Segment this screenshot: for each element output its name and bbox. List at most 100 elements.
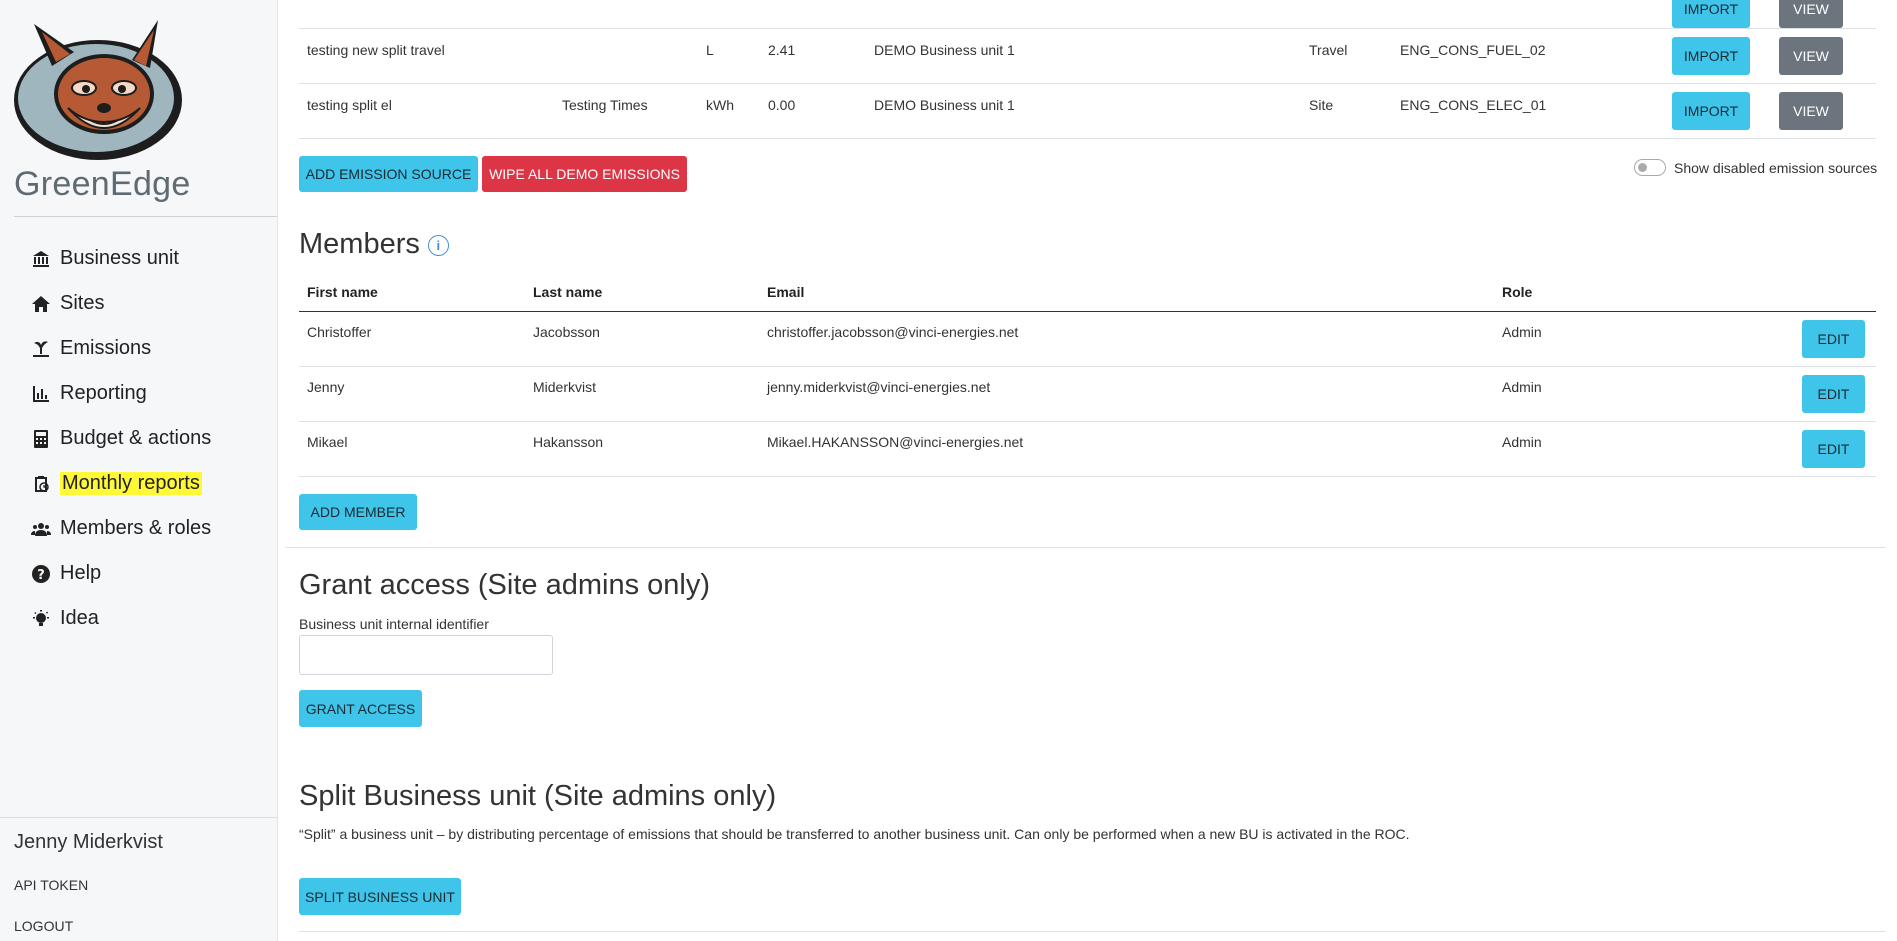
source-unit: kWh (706, 97, 734, 113)
sidebar-item-idea[interactable]: Idea (30, 596, 211, 641)
sidebar-item-members-roles[interactable]: Members & roles (30, 506, 211, 551)
sidebar: GreenEdge Business unit Sites Emissions … (0, 0, 278, 941)
brand-divider (14, 216, 277, 217)
sidebar-item-label: Sites (60, 292, 105, 314)
member-last-name: Jacobsson (533, 324, 600, 340)
member-email: christoffer.jacobsson@vinci-energies.net (767, 324, 1019, 340)
grant-access-button[interactable]: GRANT ACCESS (299, 690, 422, 727)
source-value: 0.00 (768, 97, 796, 113)
view-button[interactable]: VIEW (1779, 37, 1843, 75)
members-title: Members (299, 228, 420, 260)
header-email: Email (767, 284, 805, 300)
member-first-name: Jenny (307, 379, 345, 395)
toggle-label: Show disabled emission sources (1674, 159, 1878, 176)
sidebar-item-emissions[interactable]: Emissions (30, 326, 211, 371)
main-content: IMPORT VIEW testing new split travel L 2… (285, 0, 1897, 941)
edit-member-button[interactable]: EDIT (1802, 430, 1865, 468)
members-heading: Members i (299, 228, 449, 261)
emissions-icon (30, 338, 52, 360)
bu-identifier-label: Business unit internal identifier (299, 616, 489, 632)
sidebar-item-label: Help (60, 562, 102, 584)
member-role: Admin (1502, 379, 1542, 395)
wipe-demo-emissions-button[interactable]: WIPE ALL DEMO EMISSIONS (482, 156, 687, 192)
fox-logo (14, 20, 182, 160)
member-first-name: Mikael (307, 434, 348, 450)
sidebar-item-label: Emissions (60, 337, 152, 359)
sidebar-item-business-unit[interactable]: Business unit (30, 236, 211, 281)
view-button[interactable]: VIEW (1779, 92, 1843, 130)
member-email: jenny.miderkvist@vinci-energies.net (767, 379, 991, 395)
table-row: testing split el Testing Times kWh 0.00 … (299, 83, 1876, 139)
show-disabled-toggle[interactable]: Show disabled emission sources (1634, 159, 1877, 176)
bar-chart-icon (30, 383, 52, 405)
add-member-button[interactable]: ADD MEMBER (299, 494, 417, 530)
source-name: testing new split travel (307, 42, 445, 58)
sidebar-nav: Business unit Sites Emissions Reporting … (30, 236, 211, 641)
sidebar-item-reporting[interactable]: Reporting (30, 371, 211, 416)
home-icon (30, 293, 52, 315)
bank-icon (30, 248, 52, 270)
sidebar-item-monthly-reports[interactable]: Monthly reports (30, 461, 211, 506)
sidebar-item-sites[interactable]: Sites (30, 281, 211, 326)
source-category: Travel (1309, 42, 1348, 58)
source-business-unit: DEMO Business unit 1 (874, 42, 1015, 58)
users-icon (30, 518, 52, 540)
import-button[interactable]: IMPORT (1672, 0, 1750, 28)
source-name: testing split el (307, 97, 392, 113)
view-button[interactable]: VIEW (1779, 0, 1843, 28)
edit-member-button[interactable]: EDIT (1802, 320, 1865, 358)
grant-access-heading: Grant access (Site admins only) (299, 569, 710, 601)
sidebar-divider (0, 817, 277, 818)
table-row: testing new split travel L 2.41 DEMO Bus… (299, 28, 1876, 84)
sidebar-item-label: Reporting (60, 382, 147, 404)
table-row: Christoffer Jacobsson christoffer.jacobs… (299, 312, 1876, 367)
table-row: Jenny Miderkvist jenny.miderkvist@vinci-… (299, 366, 1876, 422)
source-description: Testing Times (562, 97, 648, 113)
header-first-name: First name (307, 284, 378, 300)
import-button[interactable]: IMPORT (1672, 92, 1750, 130)
sidebar-item-budget[interactable]: Budget & actions (30, 416, 211, 461)
sidebar-item-label: Monthly reports (60, 472, 202, 495)
user-name: Jenny Miderkvist (14, 831, 163, 853)
question-circle-icon: ? (30, 563, 52, 585)
sidebar-item-help[interactable]: ? Help (30, 551, 211, 596)
member-email: Mikael.HAKANSSON@vinci-energies.net (767, 434, 1024, 450)
member-role: Admin (1502, 324, 1542, 340)
member-first-name: Christoffer (307, 324, 372, 340)
logout-link[interactable]: LOGOUT (14, 918, 73, 934)
split-bu-button[interactable]: SPLIT BUSINESS UNIT (299, 878, 461, 915)
member-last-name: Hakansson (533, 434, 604, 450)
sidebar-item-label: Idea (60, 607, 99, 629)
split-bu-heading: Split Business unit (Site admins only) (299, 780, 777, 812)
svg-text:?: ? (37, 568, 45, 583)
table-row: Mikael Hakansson Mikael.HAKANSSON@vinci-… (299, 421, 1876, 477)
source-code: ENG_CONS_FUEL_02 (1400, 42, 1546, 58)
source-business-unit: DEMO Business unit 1 (874, 97, 1015, 113)
sidebar-item-label: Business unit (60, 247, 179, 269)
table-row: IMPORT VIEW (299, 0, 1876, 29)
source-code: ENG_CONS_ELEC_01 (1400, 97, 1547, 113)
header-last-name: Last name (533, 284, 603, 300)
section-divider (285, 547, 1886, 548)
add-emission-source-button[interactable]: ADD EMISSION SOURCE (299, 156, 478, 192)
toggle-switch[interactable] (1634, 159, 1666, 176)
calculator-icon (30, 428, 52, 450)
source-unit: L (706, 42, 714, 58)
import-button[interactable]: IMPORT (1672, 37, 1750, 75)
split-bu-description: “Split” a business unit – by distributin… (299, 826, 1410, 842)
bu-identifier-input[interactable] (299, 635, 553, 675)
member-role: Admin (1502, 434, 1542, 450)
info-icon[interactable]: i (427, 234, 449, 256)
brand-name: GreenEdge (14, 165, 191, 203)
header-role: Role (1502, 284, 1533, 300)
clipboard-clock-icon (30, 473, 52, 495)
lightbulb-icon (30, 608, 52, 630)
api-token-link[interactable]: API TOKEN (14, 877, 88, 893)
source-value: 2.41 (768, 42, 796, 58)
source-category: Site (1309, 97, 1334, 113)
edit-member-button[interactable]: EDIT (1802, 375, 1865, 413)
section-divider (299, 931, 1886, 932)
sidebar-item-label: Budget & actions (60, 427, 212, 449)
member-last-name: Miderkvist (533, 379, 597, 395)
sidebar-item-label: Members & roles (60, 517, 212, 539)
